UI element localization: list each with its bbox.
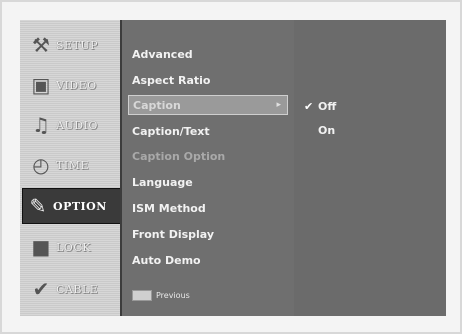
menu-screen: ⚒ SETUP ▣ VIDEO ♫ AUDIO ◴ TIME ✎ OPTION …: [20, 20, 446, 316]
nav-item-video[interactable]: ▣ VIDEO: [26, 68, 120, 102]
option-language[interactable]: Language: [128, 172, 288, 192]
nav-item-audio[interactable]: ♫ AUDIO: [26, 108, 120, 142]
nav-item-cable[interactable]: ✔ CABLE: [26, 272, 120, 306]
cable-icon: ✔: [32, 277, 50, 301]
option-menu-column: Advanced Aspect Ratio Caption ▸ Caption/…: [120, 20, 295, 316]
speaker-icon: ♫: [32, 113, 50, 137]
option-caption-label: Caption: [133, 98, 181, 112]
lock-icon: ■: [31, 235, 51, 259]
nav-item-option[interactable]: ✎ OPTION: [22, 188, 122, 224]
nav-item-lock[interactable]: ■ LOCK: [26, 230, 120, 264]
nav-label: TIME: [56, 158, 89, 172]
menu-key-icon: [132, 290, 152, 301]
previous-button[interactable]: Previous: [132, 290, 190, 301]
submenu-option-off[interactable]: ✔ Off: [304, 97, 336, 115]
nav-item-time[interactable]: ◴ TIME: [26, 148, 120, 182]
option-auto-demo[interactable]: Auto Demo: [128, 250, 288, 270]
tv-menu-frame: ⚒ SETUP ▣ VIDEO ♫ AUDIO ◴ TIME ✎ OPTION …: [0, 0, 462, 334]
option-caption[interactable]: Caption ▸: [128, 95, 288, 115]
previous-label: Previous: [156, 291, 190, 300]
option-caption-option: Caption Option: [132, 149, 226, 163]
wrench-icon: ⚒: [32, 33, 50, 57]
submenu-option-on[interactable]: On: [318, 121, 335, 139]
caption-submenu: ✔ Off On: [294, 20, 446, 316]
submenu-arrow-icon: ▸: [276, 100, 281, 110]
nav-label: VIDEO: [56, 78, 97, 92]
nav-label: AUDIO: [56, 118, 98, 132]
nav-label: CABLE: [56, 282, 99, 296]
option-advanced[interactable]: Advanced: [128, 44, 288, 64]
nav-label: LOCK: [56, 240, 91, 254]
nav-item-setup[interactable]: ⚒ SETUP: [26, 28, 120, 62]
option-icon: ✎: [29, 194, 47, 218]
option-caption-text[interactable]: Caption/Text: [128, 121, 288, 141]
check-icon: ✔: [304, 99, 314, 113]
clock-icon: ◴: [32, 153, 50, 177]
submenu-option-label: Off: [318, 99, 337, 113]
tv-icon: ▣: [31, 73, 51, 97]
option-front-display[interactable]: Front Display: [128, 224, 288, 244]
option-ism-method[interactable]: ISM Method: [128, 198, 288, 218]
submenu-option-label: On: [318, 123, 336, 137]
nav-label: OPTION: [53, 199, 107, 213]
option-aspect-ratio[interactable]: Aspect Ratio: [128, 70, 288, 90]
main-menu-column: ⚒ SETUP ▣ VIDEO ♫ AUDIO ◴ TIME ✎ OPTION …: [20, 20, 122, 316]
nav-label: SETUP: [56, 38, 99, 52]
